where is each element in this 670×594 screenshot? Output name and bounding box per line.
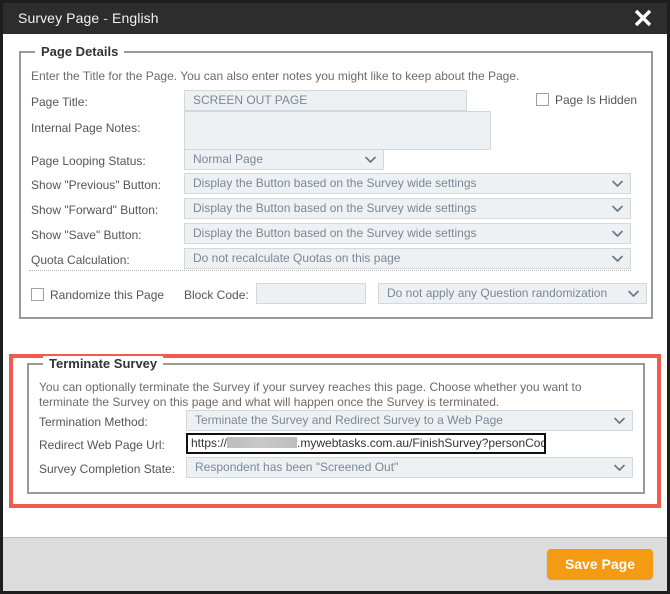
termination-method-label: Termination Method: xyxy=(39,415,148,429)
page-title-label: Page Title: xyxy=(31,95,88,109)
show-forward-button-value: Display the Button based on the Survey w… xyxy=(193,201,477,215)
chevron-down-icon xyxy=(612,180,623,188)
page-looping-status-label: Page Looping Status: xyxy=(31,154,146,168)
save-page-button[interactable]: Save Page xyxy=(546,549,653,579)
redirect-url-label: Redirect Web Page Url: xyxy=(39,438,165,452)
page-is-hidden-label: Page Is Hidden xyxy=(555,93,638,107)
chevron-down-icon xyxy=(612,230,623,238)
dialog-titlebar: Survey Page - English xyxy=(3,3,667,34)
dialog-title-separator: - xyxy=(103,10,109,26)
randomize-page-checkbox[interactable] xyxy=(31,288,44,301)
block-code-label: Block Code: xyxy=(184,288,249,302)
completion-state-label: Survey Completion State: xyxy=(39,462,176,476)
page-is-hidden-checkbox[interactable] xyxy=(536,93,549,106)
redirect-url-input[interactable]: https:// .mywebtasks.com.au/FinishSurvey?… xyxy=(186,433,546,454)
chevron-down-icon xyxy=(365,156,376,164)
show-previous-button-value: Display the Button based on the Survey w… xyxy=(193,176,477,190)
completion-state-select[interactable]: Respondent has been "Screened Out" xyxy=(186,457,633,478)
redirect-url-suffix: .mywebtasks.com.au/FinishSurvey?personCo… xyxy=(297,436,546,450)
close-icon[interactable] xyxy=(631,6,655,30)
chevron-down-icon xyxy=(612,255,623,263)
chevron-down-icon xyxy=(612,205,623,213)
dialog-content: Page Details Enter the Title for the Pag… xyxy=(3,34,667,537)
chevron-down-icon xyxy=(628,290,639,298)
quota-calculation-value: Do not recalculate Quotas on this page xyxy=(193,251,401,265)
block-code-input[interactable] xyxy=(256,283,366,304)
page-looping-status-value: Normal Page xyxy=(193,152,264,166)
dialog-title-main: Survey Page xyxy=(18,10,100,26)
dialog-footer: Save Page xyxy=(3,537,667,591)
termination-method-select[interactable]: Terminate the Survey and Redirect Survey… xyxy=(186,410,633,431)
termination-method-value: Terminate the Survey and Redirect Survey… xyxy=(195,413,503,427)
terminate-survey-description: You can optionally terminate the Survey … xyxy=(39,380,582,409)
quota-calculation-label: Quota Calculation: xyxy=(31,253,130,267)
page-details-legend: Page Details xyxy=(35,44,125,59)
dialog-title-language: English xyxy=(112,10,159,26)
redirect-url-prefix: https:// xyxy=(191,436,228,450)
show-save-button-value: Display the Button based on the Survey w… xyxy=(193,226,477,240)
terminate-survey-legend: Terminate Survey xyxy=(43,356,164,371)
show-save-button-label: Show "Save" Button: xyxy=(31,228,142,242)
section-divider xyxy=(29,270,631,271)
quota-calculation-select[interactable]: Do not recalculate Quotas on this page xyxy=(184,248,631,269)
question-randomization-select[interactable]: Do not apply any Question randomization xyxy=(378,283,647,304)
dialog-title: Survey Page - English xyxy=(18,10,159,26)
randomize-page-label: Randomize this Page xyxy=(50,288,165,302)
page-details-description: Enter the Title for the Page. You can al… xyxy=(31,69,520,83)
chevron-down-icon xyxy=(614,417,625,425)
page-looping-status-select[interactable]: Normal Page xyxy=(184,149,384,170)
show-previous-button-select[interactable]: Display the Button based on the Survey w… xyxy=(184,173,631,194)
show-forward-button-select[interactable]: Display the Button based on the Survey w… xyxy=(184,198,631,219)
internal-page-notes-label: Internal Page Notes: xyxy=(31,121,141,135)
show-previous-button-label: Show "Previous" Button: xyxy=(31,178,161,192)
show-forward-button-label: Show "Forward" Button: xyxy=(31,203,159,217)
chevron-down-icon xyxy=(614,464,625,472)
show-save-button-select[interactable]: Display the Button based on the Survey w… xyxy=(184,223,631,244)
page-title-input[interactable]: SCREEN OUT PAGE xyxy=(184,90,467,111)
internal-page-notes-input[interactable] xyxy=(184,111,491,150)
survey-page-dialog: Survey Page - English Page Details Enter t… xyxy=(0,0,670,594)
completion-state-value: Respondent has been "Screened Out" xyxy=(195,460,399,474)
question-randomization-value: Do not apply any Question randomization xyxy=(387,286,608,300)
redacted-block xyxy=(227,437,298,448)
